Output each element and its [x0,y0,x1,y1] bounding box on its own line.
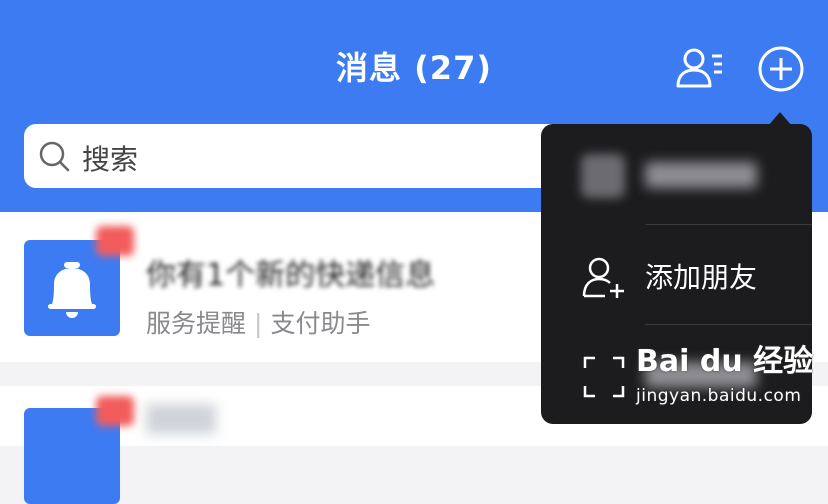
menu-item-label: 添加朋友 [645,261,758,294]
search-bar[interactable]: 搜索 [24,124,584,188]
search-placeholder: 搜索 [82,143,139,176]
watermark-url: jingyan.baidu.com [636,386,802,406]
menu-item-blurred[interactable] [541,124,812,224]
message-preview-blurred [146,404,216,434]
baidu-jingyan-watermark: Bai du 经验 jingyan.baidu.com [636,336,826,412]
unread-badge [96,396,134,426]
plus-button[interactable] [756,44,806,94]
plus-circle-icon [758,46,804,92]
source-name: 服务提醒 [146,309,247,338]
scan-icon [583,356,625,398]
contacts-button[interactable] [674,44,726,92]
menu-item-blurred-label [645,162,757,188]
source-separator: | [254,309,263,338]
menu-item-add-friend[interactable]: 添加朋友 [541,224,812,324]
search-icon [39,141,70,172]
blurred-icon [581,154,625,198]
unread-badge [96,226,134,256]
contacts-icon [676,48,722,88]
source-app: 支付助手 [270,309,371,338]
watermark-logo: Bai du 经验 [636,344,814,379]
message-preview: 你有1个新的快递信息 [146,258,436,293]
message-source: 服务提醒 | 支付助手 [146,304,370,340]
add-friend-icon [582,257,624,298]
